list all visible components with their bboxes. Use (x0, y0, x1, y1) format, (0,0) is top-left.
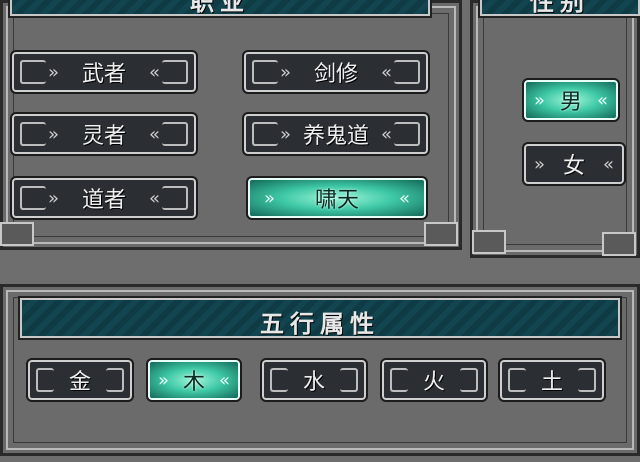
button-label: 武者 (81, 62, 126, 87)
button-label: 金 (68, 370, 91, 395)
profession-title: 职业 (190, 0, 250, 16)
chevron-right-icon: » (48, 62, 60, 83)
profession-button-jianxiu[interactable]: » 剑修 « (242, 50, 430, 94)
element-header: 五行属性 (18, 296, 622, 340)
chevron-left-icon: « (148, 124, 160, 145)
chevron-right-icon: » (534, 90, 546, 111)
corner-ornament (602, 232, 636, 256)
chevron-right-icon: » (280, 124, 292, 145)
chevron-right-icon: » (158, 370, 170, 391)
chevron-right-icon: » (534, 154, 546, 175)
gender-button-female[interactable]: » 女 « (522, 142, 626, 186)
left-ornament-icon (252, 60, 278, 84)
profession-button-yangguidao[interactable]: » 养鬼道 « (242, 112, 430, 156)
button-label: 火 (422, 370, 445, 395)
element-button-water[interactable]: 水 (260, 358, 368, 402)
chevron-left-icon: « (218, 370, 230, 391)
chevron-left-icon: « (398, 188, 410, 209)
profession-header: 职业 (8, 0, 432, 18)
button-label: 水 (302, 370, 325, 395)
left-ornament-icon (270, 368, 288, 392)
chevron-left-icon: « (602, 154, 614, 175)
button-label: 男 (559, 90, 582, 115)
button-label: 养鬼道 (302, 124, 369, 149)
right-ornament-icon (340, 368, 358, 392)
right-ornament-icon (106, 368, 124, 392)
button-label: 女 (562, 154, 585, 179)
chevron-right-icon: » (48, 188, 60, 209)
chevron-left-icon: « (596, 90, 608, 111)
gender-title: 性别 (530, 0, 590, 16)
left-ornament-icon (252, 122, 278, 146)
corner-ornament (0, 222, 34, 246)
chevron-left-icon: « (148, 62, 160, 83)
chevron-right-icon: » (280, 62, 292, 83)
corner-ornament (424, 222, 458, 246)
left-ornament-icon (20, 122, 46, 146)
left-ornament-icon (36, 368, 54, 392)
element-title: 五行属性 (260, 310, 380, 338)
chevron-left-icon: « (148, 188, 160, 209)
chevron-right-icon: » (48, 124, 60, 145)
gender-header: 性别 (478, 0, 640, 18)
button-label: 灵者 (81, 124, 126, 149)
profession-button-lingzhe[interactable]: » 灵者 « (10, 112, 198, 156)
right-ornament-icon (394, 122, 420, 146)
chevron-left-icon: « (380, 124, 392, 145)
chevron-right-icon: » (264, 188, 276, 209)
button-label: 土 (540, 370, 563, 395)
profession-button-xiaotian[interactable]: » 啸天 « (246, 176, 428, 220)
button-label: 啸天 (314, 188, 359, 213)
corner-ornament (472, 230, 506, 254)
element-button-wood[interactable]: » 木 « (146, 358, 242, 402)
right-ornament-icon (162, 186, 188, 210)
element-button-fire[interactable]: 火 (380, 358, 488, 402)
gender-button-male[interactable]: » 男 « (522, 78, 620, 122)
profession-button-wuzhe[interactable]: » 武者 « (10, 50, 198, 94)
right-ornament-icon (162, 60, 188, 84)
right-ornament-icon (394, 60, 420, 84)
right-ornament-icon (578, 368, 596, 392)
profession-button-daozhe[interactable]: » 道者 « (10, 176, 198, 220)
button-label: 道者 (81, 188, 126, 213)
button-label: 剑修 (313, 62, 358, 87)
element-button-earth[interactable]: 土 (498, 358, 606, 402)
left-ornament-icon (508, 368, 526, 392)
element-button-metal[interactable]: 金 (26, 358, 134, 402)
right-ornament-icon (162, 122, 188, 146)
left-ornament-icon (20, 186, 46, 210)
chevron-left-icon: « (380, 62, 392, 83)
right-ornament-icon (460, 368, 478, 392)
left-ornament-icon (20, 60, 46, 84)
gender-panel (470, 0, 640, 258)
button-label: 木 (182, 370, 205, 395)
left-ornament-icon (390, 368, 408, 392)
panel-frame (483, 13, 627, 245)
